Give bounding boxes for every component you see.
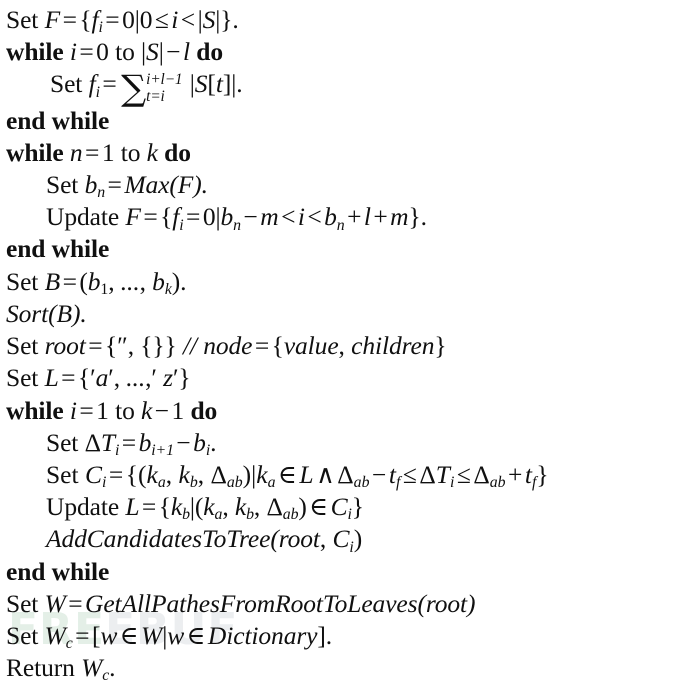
function-max: Max [124,170,170,200]
keyword-set: Set [6,620,39,650]
code-line-1: Set F={fi=0|0≤i<|S|}. [6,5,239,37]
code-line-18: end while [6,556,690,588]
code-line-17: AddCandidatesToTree(root, Ci) [46,524,363,556]
code-line-10: Sort(B). [6,298,87,328]
summation-operator: ∑ i+l−1 t=i [121,67,183,109]
code-line-5: while n=1 to k do [6,137,191,167]
keyword-end-while: end while [6,105,110,135]
keyword-end-while: end while [6,234,110,264]
code-line-12: Set L={′a′, ...,′ z′} [6,363,191,393]
ellipsis: ... [126,363,146,393]
keyword-to: to [115,37,135,67]
keyword-set: Set [6,331,39,361]
code-line-14: Set ΔTi=bi+1−bi. [46,427,217,459]
comment-node: node [203,331,253,361]
keyword-set: Set [6,266,39,296]
code-line-7: Update F={fi=0|bn−m<i<bn+l+m}. [46,202,427,234]
code-line-20: Set Wc=[w∈W|w∈Dictionary]. [6,620,333,653]
code-line-3: Set fi= ∑ i+l−1 t=i |S[t]|. [50,67,243,109]
keyword-set: Set [50,69,83,99]
code-line-21: Return Wc. [6,653,116,684]
keyword-set: Set [46,170,79,200]
variable-root: root [44,331,86,361]
code-line-19: Set W=GetAllPathesFromRootToLeaves(root) [6,588,476,618]
argument-root: root [278,524,320,554]
keyword-while: while [6,137,64,167]
keyword-update: Update [46,492,120,522]
dictionary-reference: Dictionary [207,620,318,650]
function-sort: Sort [6,298,49,328]
keyword-set: Set [6,5,39,34]
keyword-do: do [164,137,191,167]
code-line-8: end while [6,233,690,265]
keyword-while: while [6,37,64,67]
argument-root: root [425,588,468,618]
comment-children: children [351,331,435,361]
function-get-all-pathes: GetAllPathesFromRootToLeaves [85,588,418,618]
keyword-set: Set [6,588,39,618]
keyword-do: do [196,37,223,67]
code-line-16: Update L={kb|(ka, kb, Δab)∈Ci} [46,492,364,524]
code-line-6: Set bn=Max(F). [46,170,208,202]
code-line-13: while i=1 to k−1 do [6,395,218,425]
sum-lower-limit: t=i [146,88,165,106]
comment-marker: // [182,331,197,361]
code-line-4: end while [6,105,690,137]
keyword-set: Set [46,427,79,457]
code-line-2: while i=0 to |S|−l do [6,37,223,67]
letter-z: z [163,363,173,393]
function-add-candidates-to-tree: AddCandidatesToTree [46,524,271,554]
ellipsis: ... [120,266,140,296]
code-line-9: Set B=(b1, ..., bk). [6,266,187,298]
keyword-set: Set [6,363,39,393]
keyword-end-while: end while [6,556,110,586]
keyword-return: Return [6,653,75,683]
pseudocode-block: FREEBUF Set F={fi=0|0≤i<|S|}. while i=0 … [0,0,690,684]
sum-upper-limit: i+l−1 [146,71,183,89]
keyword-while: while [6,395,64,425]
letter-a: a [95,363,109,393]
comment-value: value [283,331,339,361]
keyword-to: to [115,395,135,425]
code-line-11: Set root={″, {}} // node={value, childre… [6,331,447,361]
keyword-do: do [190,395,218,425]
keyword-to: to [120,137,141,167]
code-line-15: Set Ci={(ka, kb, Δab)|ka∈L∧Δab−tf≤ΔTi≤Δa… [46,459,549,492]
keyword-update: Update [46,202,120,232]
keyword-set: Set [46,459,79,489]
